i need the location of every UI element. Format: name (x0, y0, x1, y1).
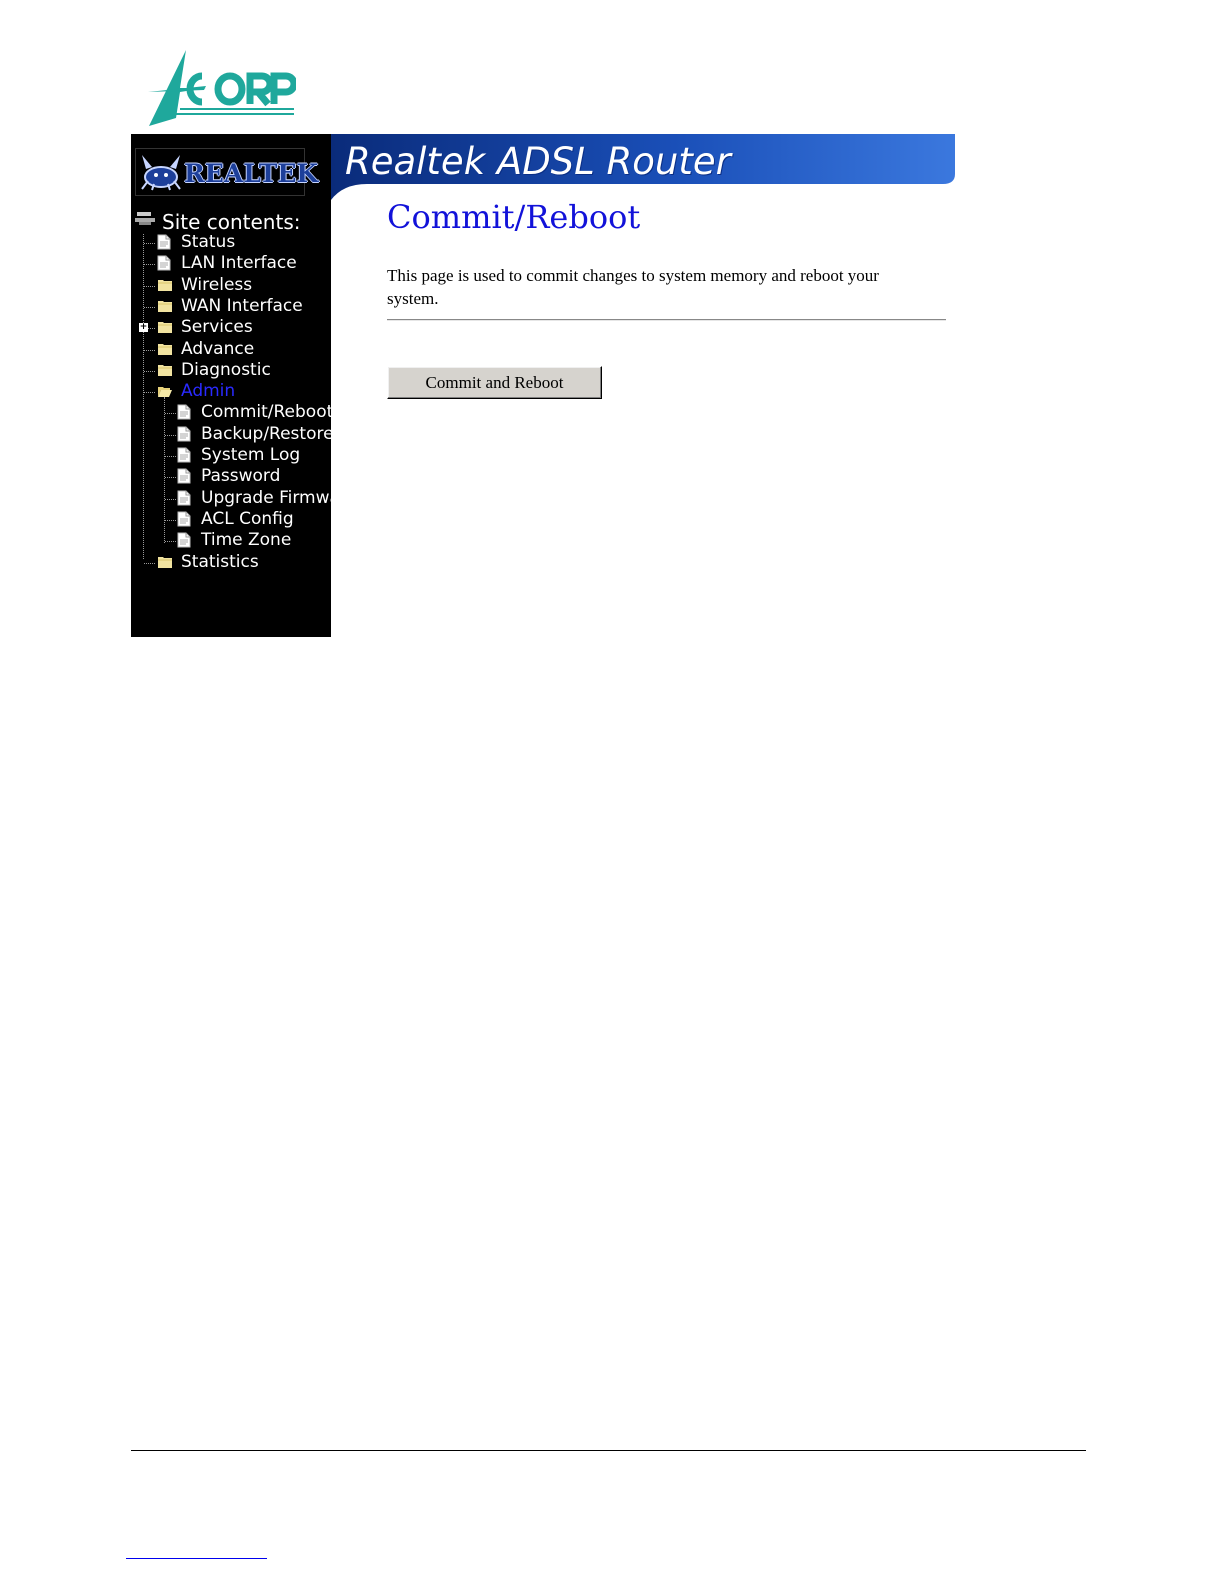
nav-subitem-label: Time Zone (201, 530, 292, 551)
nav-subitem-label: Commit/Reboot (201, 402, 331, 423)
nav-item-label: Status (181, 232, 236, 252)
divider (387, 319, 946, 321)
folder-icon (157, 341, 172, 357)
nav-item-label: WAN Interface (181, 295, 303, 316)
site-contents-label: Site contents: (162, 210, 301, 234)
page-description: This page is used to commit changes to s… (387, 266, 879, 308)
nav-subitem-label: System Log (201, 445, 301, 465)
banner-title: Realtek ADSL Router (345, 140, 731, 183)
crab-icon (141, 155, 181, 191)
nav-item-label: Services (181, 317, 253, 338)
folder-icon (157, 554, 172, 570)
footer-link-underline (126, 1558, 267, 1559)
site-contents-tree: Site contents: Status LAN Interface Wirele… (131, 202, 331, 632)
page-icon (177, 404, 191, 420)
page-icon (177, 490, 191, 506)
page-icon (157, 255, 171, 271)
expand-plus-icon[interactable]: + (139, 323, 148, 333)
nav-item-label: Advance (181, 338, 255, 359)
realtek-logo: REALTEK (135, 148, 318, 196)
nav-subitem-label: ACL Config (201, 508, 294, 529)
folder-icon (157, 277, 172, 293)
page-icon (177, 426, 191, 442)
page-icon (177, 532, 191, 548)
page-icon (177, 511, 191, 527)
nav-item-label: Wireless (181, 274, 253, 295)
router-admin-screenshot: Realtek ADSL Router REALTEK Site content… (131, 134, 955, 637)
nav-subitem-label: Password (201, 466, 281, 487)
folder-icon (157, 298, 172, 314)
footer-divider (131, 1450, 1086, 1451)
folder-icon (157, 319, 172, 335)
commit-and-reboot-button[interactable]: Commit and Reboot (387, 366, 602, 399)
acorp-logo (148, 50, 296, 126)
nav-item-label: Diagnostic (181, 359, 271, 380)
page-icon (157, 234, 171, 250)
page-title: Commit/Reboot (387, 198, 641, 236)
computer-icon (135, 212, 155, 225)
nav-item-label: LAN Interface (181, 253, 297, 274)
page-icon (177, 468, 191, 484)
nav-subitem-label: Backup/Restore (201, 423, 331, 444)
nav-subitem-label: Upgrade Firmware (201, 487, 331, 508)
main-content: Commit/Reboot This page is used to commi… (331, 198, 955, 637)
folder-icon (157, 362, 172, 378)
nav-item-label: Admin (181, 381, 236, 402)
realtek-logo-text: REALTEK (184, 159, 319, 188)
sidebar: REALTEK Site contents: Status LAN Interfa… (131, 134, 331, 637)
page-icon (177, 447, 191, 463)
nav-item-label: Statistics (181, 551, 259, 572)
open-folder-icon (157, 383, 172, 399)
